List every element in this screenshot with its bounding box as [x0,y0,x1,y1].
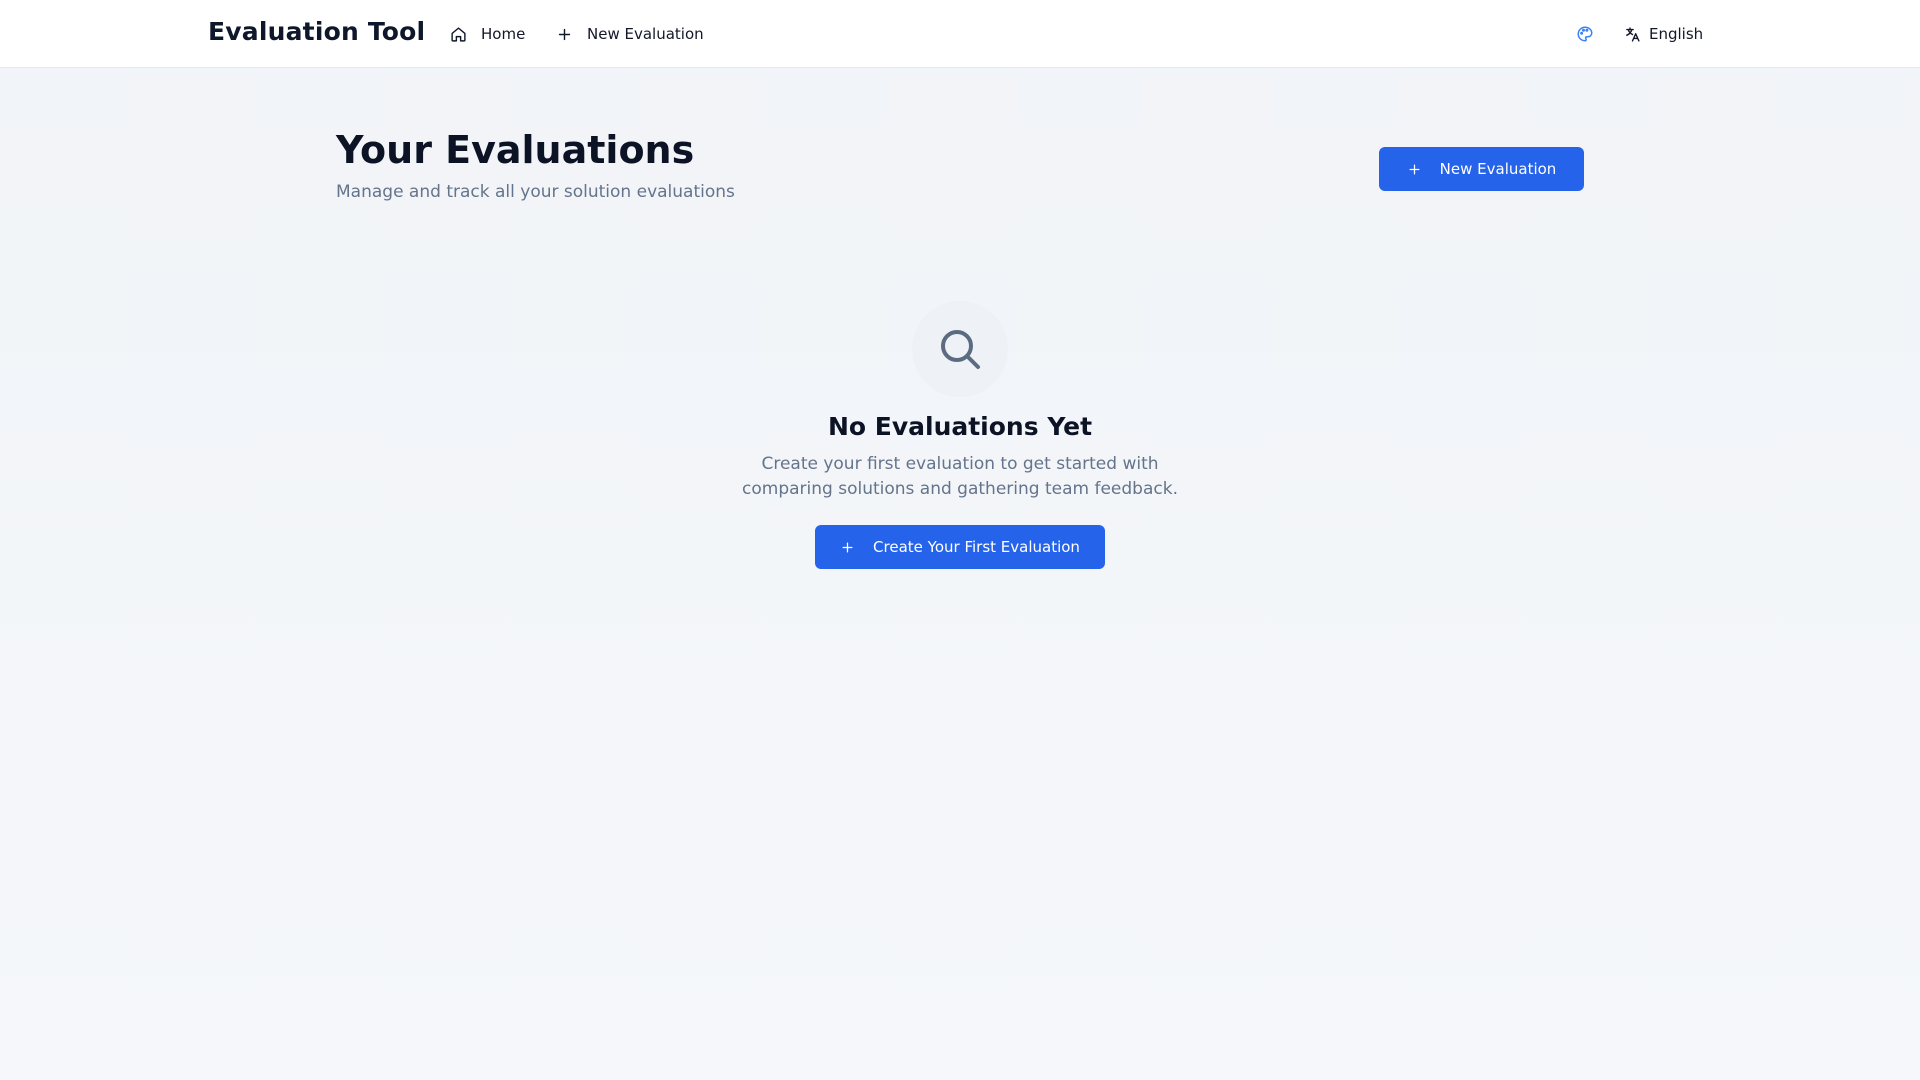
top-navbar: Evaluation Tool Home New Evaluation Engl… [0,0,1920,68]
nav-home-link[interactable]: Home [450,22,525,46]
empty-state-description: Create your first evaluation to get star… [742,454,1178,499]
nav-new-evaluation-link[interactable]: New Evaluation [556,22,704,46]
brand-title[interactable]: Evaluation Tool [208,17,425,46]
page-title: Your Evaluations [336,128,695,172]
new-evaluation-button[interactable]: New Evaluation [1379,147,1584,191]
create-first-evaluation-button[interactable]: Create Your First Evaluation [815,525,1105,569]
plus-icon [842,542,853,552]
empty-state-icon-circle [912,301,1008,397]
language-selector[interactable]: English [1624,22,1703,46]
home-icon [451,26,466,42]
create-first-evaluation-label: Create Your First Evaluation [873,538,1080,556]
nav-home-label: Home [481,25,526,43]
palette-icon [1577,26,1593,42]
language-label: English [1649,25,1704,43]
page-subtitle: Manage and track all your solution evalu… [336,182,735,202]
plus-icon [558,28,571,40]
search-icon [941,330,980,369]
theme-palette-button[interactable] [1574,23,1596,45]
translate-icon [1626,26,1640,42]
nav-new-evaluation-label: New Evaluation [587,25,704,43]
empty-state-title: No Evaluations Yet [827,412,1093,441]
new-evaluation-button-label: New Evaluation [1439,160,1557,178]
plus-icon [1409,164,1420,174]
